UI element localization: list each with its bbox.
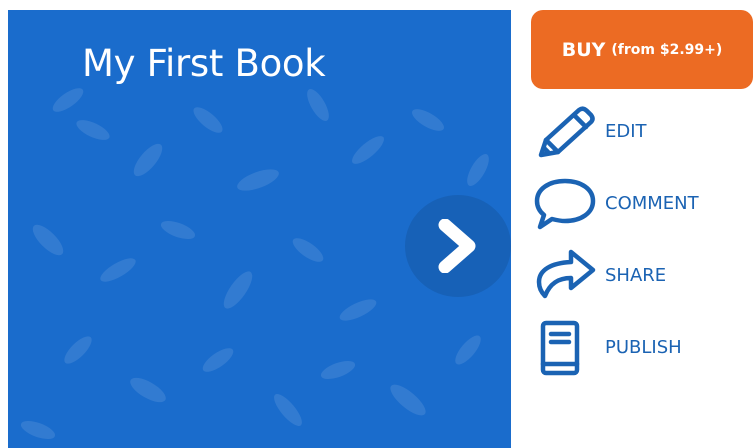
next-page-button[interactable] — [405, 195, 511, 297]
share-label: SHARE — [605, 265, 667, 286]
edit-label: EDIT — [605, 121, 647, 142]
share-action[interactable]: SHARE — [533, 248, 743, 304]
publish-label: PUBLISH — [605, 337, 682, 358]
comment-action[interactable]: COMMENT — [533, 176, 743, 232]
book-icon — [533, 320, 597, 376]
book-cover: My First Book — [8, 10, 511, 448]
comment-label: COMMENT — [605, 193, 699, 214]
book-preview-panel: My First Book BUY (from $2.99+) EDIT COM… — [0, 0, 754, 448]
buy-label: BUY — [561, 38, 606, 61]
pencil-icon — [533, 104, 597, 160]
chevron-right-icon — [438, 219, 476, 273]
share-arrow-icon — [533, 248, 597, 304]
buy-price: (from $2.99+) — [611, 41, 723, 58]
speech-bubble-icon — [533, 176, 597, 232]
publish-action[interactable]: PUBLISH — [533, 320, 743, 376]
edit-action[interactable]: EDIT — [533, 104, 743, 160]
buy-button[interactable]: BUY (from $2.99+) — [531, 10, 753, 89]
book-title: My First Book — [82, 42, 326, 85]
